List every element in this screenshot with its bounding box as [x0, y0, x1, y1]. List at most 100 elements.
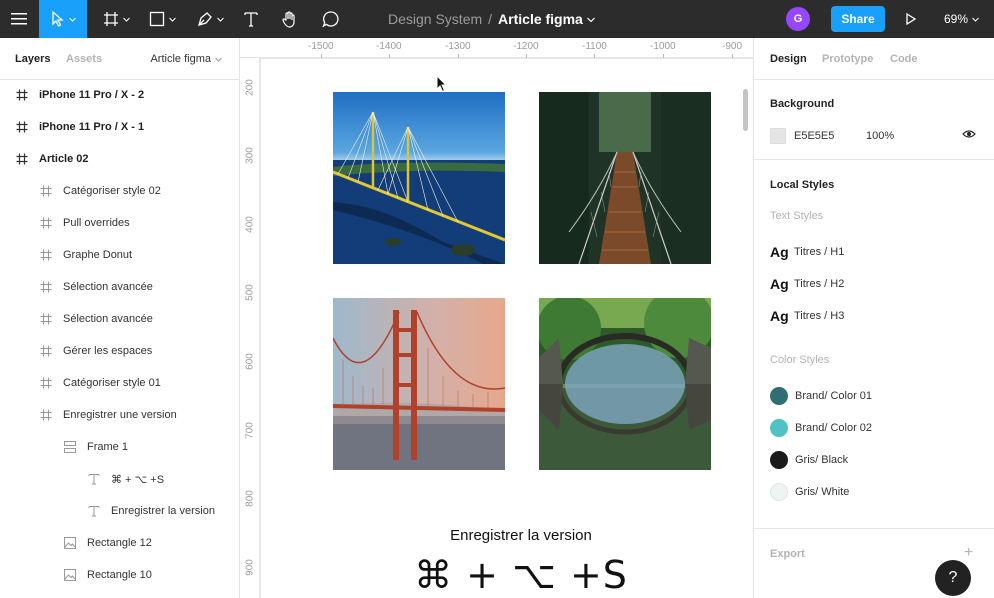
color-style-item[interactable]: Brand/ Color 01: [770, 386, 872, 406]
ruler-label: 800: [244, 490, 256, 507]
color-style-item[interactable]: Gris/ White: [770, 482, 849, 502]
layer-label: Enregistrer une version: [63, 409, 177, 421]
chevron-down-icon[interactable]: [586, 17, 595, 22]
layer-label: Catégoriser style 01: [63, 377, 161, 389]
present-button[interactable]: [896, 0, 926, 38]
frame-icon: [16, 89, 28, 101]
golden-gate-bridge-photo[interactable]: [333, 298, 505, 470]
layer-row[interactable]: Gérer les espaces: [0, 335, 239, 367]
frame-tool-button[interactable]: [95, 0, 137, 38]
text-tool-button[interactable]: [237, 0, 265, 38]
move-tool-button[interactable]: [39, 0, 87, 38]
chevron-down-icon: [215, 57, 222, 62]
eye-icon[interactable]: [962, 129, 976, 139]
add-export-icon[interactable]: +: [964, 544, 973, 562]
layer-label: ⌘ + ⌥ +S: [111, 473, 165, 486]
stone-arch-bridge-photo[interactable]: [539, 298, 711, 470]
horizontal-ruler: -1500 -1400 -1300 -1200 -1100 -1000 -900: [240, 38, 753, 58]
color-swatch: [770, 483, 788, 501]
layer-row[interactable]: iPhone 11 Pro / X - 1: [0, 111, 239, 143]
user-avatar[interactable]: G: [786, 7, 810, 31]
canvas-shortcut-text[interactable]: ⌘ + ⌥ +S: [411, 553, 631, 597]
layer-row[interactable]: Sélection avancée: [0, 303, 239, 335]
ruler-label: 900: [244, 559, 256, 576]
file-name[interactable]: Article figma: [498, 11, 583, 27]
ruler-label: -1000: [650, 41, 676, 58]
layer-row[interactable]: Frame 1: [0, 431, 239, 463]
layer-label: Rectangle 10: [87, 569, 152, 581]
tab-prototype[interactable]: Prototype: [822, 53, 873, 65]
layer-row[interactable]: Pull overrides: [0, 207, 239, 239]
forest-suspension-bridge-photo[interactable]: [539, 92, 711, 264]
frame-icon: [16, 121, 28, 133]
background-hex-input[interactable]: E5E5E5: [794, 130, 834, 142]
document-title[interactable]: Design System / Article figma: [388, 0, 595, 38]
share-button[interactable]: Share: [831, 6, 885, 32]
color-style-item[interactable]: Brand/ Color 02: [770, 418, 872, 438]
layer-row[interactable]: Rectangle 10: [0, 559, 239, 591]
layer-label: Enregistrer la version: [111, 505, 215, 517]
layer-label: iPhone 11 Pro / X - 1: [39, 121, 145, 133]
layer-row[interactable]: Catégoriser style 02: [0, 175, 239, 207]
cable-stayed-bridge-photo[interactable]: [333, 92, 505, 264]
tab-code[interactable]: Code: [890, 53, 918, 65]
project-name[interactable]: Design System: [388, 11, 482, 27]
frame-icon: [40, 377, 52, 389]
main-menu-button[interactable]: [0, 0, 38, 38]
layer-row[interactable]: Article 02: [0, 143, 239, 175]
zoom-dropdown[interactable]: 69%: [944, 0, 979, 38]
layer-label: iPhone 11 Pro / X - 2: [39, 89, 145, 101]
layer-row[interactable]: Rectangle 12: [0, 527, 239, 559]
hand-icon: [282, 10, 295, 28]
layer-row[interactable]: Graphe Donut: [0, 239, 239, 271]
help-button[interactable]: ?: [935, 560, 971, 596]
frame-icon: [40, 281, 52, 293]
layer-row[interactable]: ⌘ + ⌥ +S: [0, 463, 239, 495]
text-icon: [244, 12, 258, 27]
hand-tool-button[interactable]: [276, 0, 304, 38]
section-divider: [754, 528, 994, 529]
export-section-title[interactable]: Export: [770, 548, 805, 560]
shape-tool-button[interactable]: [141, 0, 183, 38]
text-style-sample: Ag: [770, 276, 789, 292]
background-color-swatch[interactable]: [770, 128, 786, 144]
article-frame[interactable]: Enregistrer la version ⌘ + ⌥ +S: [261, 59, 753, 598]
ruler-label: 600: [244, 353, 256, 370]
pen-tool-button[interactable]: [189, 0, 231, 38]
frame-icon: [40, 313, 52, 325]
ruler-label: -1200: [513, 41, 539, 58]
hamburger-icon: [11, 13, 27, 25]
color-style-item[interactable]: Gris/ Black: [770, 450, 848, 470]
layers-panel: Layers Assets Article figma iPhone 11 Pr…: [0, 38, 240, 598]
layer-row[interactable]: Sélection avancée: [0, 271, 239, 303]
canvas-scrollbar[interactable]: [743, 89, 748, 131]
breadcrumb-separator: /: [488, 11, 493, 27]
ruler-label: 700: [244, 422, 256, 439]
text-icon: [88, 505, 100, 517]
image-icon: [64, 569, 76, 581]
mouse-cursor-icon: [436, 75, 448, 93]
tab-design[interactable]: Design: [770, 53, 807, 65]
layer-row[interactable]: Catégoriser style 01: [0, 367, 239, 399]
tab-layers[interactable]: Layers: [15, 53, 50, 65]
layer-row[interactable]: iPhone 11 Pro / X - 2: [0, 79, 239, 111]
frame-icon: [40, 249, 52, 261]
text-style-item[interactable]: Ag Titres / H3: [770, 306, 844, 326]
section-divider: [754, 159, 994, 160]
layer-row[interactable]: Enregistrer une version: [0, 399, 239, 431]
design-panel-tabs: Design Prototype Code: [754, 38, 994, 80]
color-style-name: Brand/ Color 01: [795, 390, 873, 402]
text-style-item[interactable]: Ag Titres / H2: [770, 274, 844, 294]
comment-tool-button[interactable]: [316, 0, 346, 38]
canvas-caption[interactable]: Enregistrer la version: [446, 527, 596, 544]
page-selector[interactable]: Article figma: [150, 53, 222, 65]
layer-row[interactable]: Enregistrer la version: [0, 495, 239, 527]
chevron-down-icon: [972, 17, 979, 22]
text-style-item[interactable]: Ag Titres / H1: [770, 242, 844, 262]
frame-icon: [16, 153, 28, 165]
text-style-sample: Ag: [770, 308, 789, 324]
layers-panel-tabs: Layers Assets Article figma: [0, 38, 239, 80]
background-opacity-input[interactable]: 100%: [866, 130, 894, 142]
canvas[interactable]: -1500 -1400 -1300 -1200 -1100 -1000 -900…: [240, 38, 753, 598]
tab-assets[interactable]: Assets: [66, 53, 102, 65]
